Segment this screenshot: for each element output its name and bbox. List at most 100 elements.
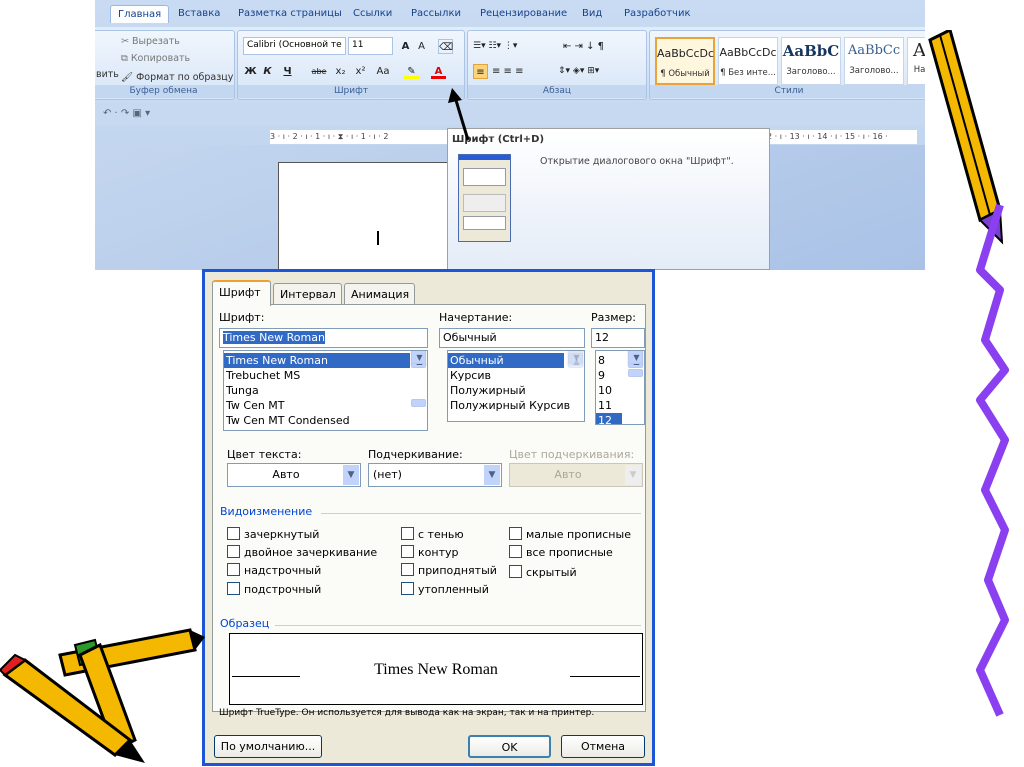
ok-button[interactable]: OK bbox=[468, 735, 551, 758]
font-name-combo[interactable]: Calibri (Основной те bbox=[243, 37, 346, 55]
checkbox-small-caps[interactable]: малые прописные bbox=[509, 527, 631, 541]
style-no-spacing[interactable]: AaBbCcDc ¶ Без инте... bbox=[718, 37, 778, 85]
list-item[interactable]: Курсив bbox=[448, 368, 584, 383]
list-item[interactable]: 10 bbox=[596, 383, 644, 398]
document-page[interactable] bbox=[278, 162, 448, 270]
underline-label: Подчеркивание: bbox=[368, 448, 463, 461]
scroll-down-icon[interactable]: ▼ bbox=[411, 351, 426, 364]
font-name-input[interactable]: Times New Roman bbox=[219, 328, 428, 348]
scroll-thumb[interactable] bbox=[411, 399, 426, 407]
scrollbar[interactable]: ▲▼ bbox=[410, 351, 427, 407]
list-item[interactable]: Полужирный Курсив bbox=[448, 398, 584, 413]
spacing-shading-border-buttons[interactable]: ⇕▾ ◈▾ ⊞▾ bbox=[558, 64, 638, 79]
tab-view[interactable]: Вид bbox=[582, 8, 602, 19]
indent-sort-buttons[interactable]: ⇤ ⇥ ↓ ¶ bbox=[563, 39, 643, 54]
preview-box: Times New Roman bbox=[229, 633, 643, 705]
list-item[interactable]: Tw Cen MT bbox=[224, 398, 427, 413]
checkbox-label: утопленный bbox=[418, 583, 489, 596]
styles-group: AaBbCcDc ¶ Обычный AaBbCcDc ¶ Без инте... … bbox=[649, 30, 925, 100]
list-item[interactable]: Полужирный bbox=[448, 383, 584, 398]
font-color-icon[interactable]: A bbox=[431, 64, 446, 79]
list-item[interactable]: 11 bbox=[596, 398, 644, 413]
style-preview: AaBbC bbox=[782, 42, 840, 60]
checkbox-outline[interactable]: контур bbox=[401, 545, 458, 559]
list-item[interactable]: Times New Roman bbox=[224, 353, 410, 368]
strikethrough-button[interactable]: abe bbox=[310, 64, 328, 79]
scroll-down-icon[interactable]: ▼ bbox=[628, 351, 643, 364]
font-list[interactable]: Times New Roman Trebuchet MS Tunga Tw Ce… bbox=[223, 350, 428, 431]
grow-font-button[interactable]: A bbox=[398, 39, 413, 54]
list-item[interactable]: 12 bbox=[596, 413, 622, 424]
copy-button[interactable]: ⧉ Копировать bbox=[121, 53, 190, 64]
tab-mailings[interactable]: Рассылки bbox=[411, 8, 461, 19]
align-buttons[interactable]: ≡ ≡ ≡ bbox=[492, 64, 552, 79]
checkbox-strikethrough[interactable]: зачеркнутый bbox=[227, 527, 319, 541]
tab-page-layout[interactable]: Разметка страницы bbox=[238, 8, 342, 19]
size-label: Размер: bbox=[591, 311, 636, 324]
underline-button[interactable]: Ч bbox=[280, 64, 295, 79]
ruler-right[interactable]: 2 · ı · 13 · ı · 14 · ı · 15 · ı · 16 · bbox=[767, 130, 917, 144]
subscript-button[interactable]: x₂ bbox=[333, 64, 348, 79]
checkbox-emboss[interactable]: приподнятый bbox=[401, 563, 497, 577]
font-size-input[interactable]: 12 bbox=[591, 328, 645, 348]
cancel-button[interactable]: Отмена bbox=[561, 735, 645, 758]
chevron-down-icon[interactable]: ▼ bbox=[484, 465, 500, 485]
bold-button[interactable]: Ж bbox=[243, 64, 258, 79]
font-size-list[interactable]: 8 9 10 11 12 ▲▼ bbox=[595, 350, 645, 425]
underline-select[interactable]: (нет) ▼ bbox=[368, 463, 502, 487]
list-item[interactable]: Tw Cen MT Condensed bbox=[224, 413, 427, 428]
quick-access-toolbar[interactable]: ↶ · ↷ ▣ ▾ bbox=[95, 105, 925, 125]
tab-review[interactable]: Рецензирование bbox=[480, 8, 567, 19]
checkbox-double-strikethrough[interactable]: двойное зачеркивание bbox=[227, 545, 377, 559]
scroll-down-icon[interactable]: ▼ bbox=[568, 351, 583, 364]
tab-developer[interactable]: Разработчик bbox=[624, 8, 691, 19]
checkbox-subscript[interactable]: подстрочный bbox=[227, 582, 321, 596]
format-painter-button[interactable]: 🖌 Формат по образцу bbox=[121, 72, 233, 83]
tab-insert[interactable]: Вставка bbox=[178, 8, 220, 19]
checkbox-superscript[interactable]: надстрочный bbox=[227, 563, 321, 577]
squiggle-line-icon bbox=[976, 203, 1009, 717]
checkbox-shadow[interactable]: с тенью bbox=[401, 527, 464, 541]
style-heading1[interactable]: AaBbC Заголово... bbox=[781, 37, 841, 85]
tab-spacing[interactable]: Интервал bbox=[273, 283, 342, 305]
clipboard-group: вить ✂ Вырезать ⧉ Копировать 🖌 Формат по… bbox=[95, 30, 235, 100]
list-item[interactable]: Tunga bbox=[224, 383, 427, 398]
list-buttons[interactable]: ☰▾ ☷▾ ⋮▾ bbox=[473, 39, 553, 54]
preview-text: Times New Roman bbox=[374, 661, 498, 678]
tab-references[interactable]: Ссылки bbox=[353, 8, 392, 19]
style-name: ¶ Обычный bbox=[660, 69, 710, 79]
checkbox-all-caps[interactable]: все прописные bbox=[509, 545, 613, 559]
font-size-combo[interactable]: 11 bbox=[348, 37, 393, 55]
highlight-icon[interactable]: ✎ bbox=[404, 64, 419, 79]
style-name: Заголово... bbox=[849, 66, 899, 76]
font-style-input[interactable]: Обычный bbox=[439, 328, 585, 348]
scroll-thumb[interactable] bbox=[628, 369, 643, 377]
pencils-clipart-icon bbox=[0, 628, 205, 763]
list-item[interactable]: Обычный bbox=[448, 353, 564, 368]
font-style-list[interactable]: Обычный Курсив Полужирный Полужирный Кур… bbox=[447, 350, 585, 422]
scrollbar[interactable]: ▲▼ bbox=[627, 351, 644, 377]
tab-animation[interactable]: Анимация bbox=[344, 283, 415, 305]
cut-button[interactable]: ✂ Вырезать bbox=[121, 36, 180, 47]
align-left-button[interactable]: ≡ bbox=[473, 64, 488, 79]
default-button[interactable]: По умолчанию... bbox=[214, 735, 322, 758]
chevron-down-icon[interactable]: ▼ bbox=[343, 465, 359, 485]
tab-font[interactable]: Шрифт bbox=[212, 280, 271, 306]
list-item[interactable]: Trebuchet MS bbox=[224, 368, 427, 383]
paragraph-group-label: Абзац bbox=[468, 85, 646, 98]
underline-color-label: Цвет подчеркивания: bbox=[509, 448, 635, 461]
checkbox-engrave[interactable]: утопленный bbox=[401, 582, 489, 596]
style-heading2[interactable]: AaBbCc Заголово... bbox=[844, 37, 904, 85]
change-case-button[interactable]: Aa bbox=[373, 64, 393, 79]
shrink-font-button[interactable]: A bbox=[414, 39, 429, 54]
checkbox-hidden[interactable]: скрытый bbox=[509, 565, 577, 579]
effects-section-label: Видоизменение bbox=[220, 505, 313, 518]
italic-button[interactable]: К bbox=[260, 64, 275, 79]
text-color-select[interactable]: Авто ▼ bbox=[227, 463, 361, 487]
superscript-button[interactable]: x² bbox=[353, 64, 368, 79]
style-normal[interactable]: AaBbCcDc ¶ Обычный bbox=[655, 37, 715, 85]
scrollbar[interactable]: ▲▼ bbox=[567, 351, 584, 368]
clear-format-icon[interactable]: ⌫ bbox=[438, 39, 453, 54]
paste-button[interactable]: вить bbox=[96, 69, 119, 80]
tab-home[interactable]: Главная bbox=[110, 5, 170, 23]
